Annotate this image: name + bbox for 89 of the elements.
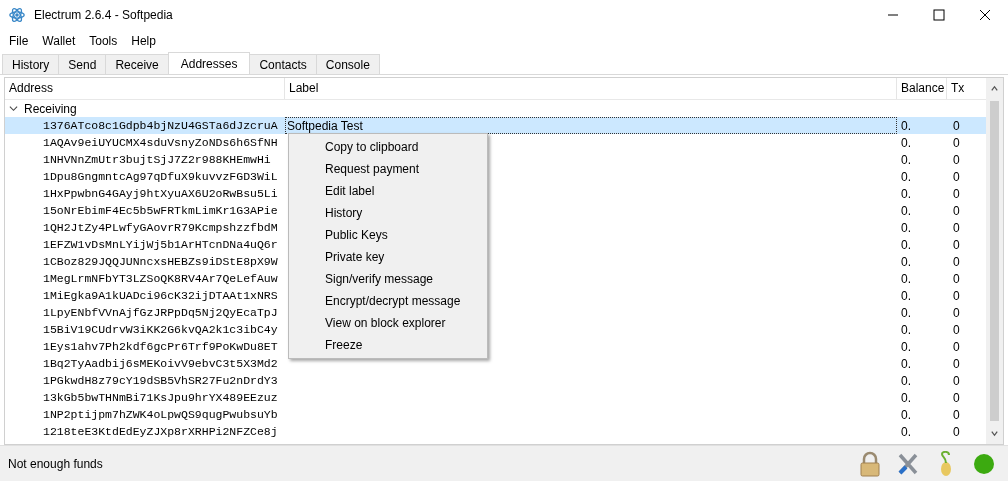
tab[interactable]: Console (315, 54, 380, 74)
context-menu-item[interactable]: Edit label (289, 180, 487, 202)
balance-cell-text: 0. (900, 271, 912, 286)
context-menu-item[interactable]: View on block explorer (289, 312, 487, 334)
address-cell-text: 1CBoz829JQQJUNncxsHEBZs9iDStE8pX9W (42, 255, 279, 268)
balance-cell-text: 0. (900, 288, 912, 303)
address-cell-text: 1NHVNnZmUtr3bujtSjJ7Z2r988KHEmwHi (42, 153, 272, 166)
tx-cell-text: 0 (952, 271, 961, 286)
tx-cell-text: 0 (952, 254, 961, 269)
address-cell-text: 1PGkwdH8z79cY19dSB5VhSR27Fu2nDrdY3 (42, 374, 279, 387)
tx-cell-text: 0 (952, 339, 961, 354)
tx-cell-text: 0 (952, 118, 961, 133)
group-label: Receiving (24, 101, 77, 116)
address-cell-text: 1NP2ptijpm7hZWK4oLpwQS9qugPwubsuYb (42, 408, 279, 421)
tx-cell-text: 0 (952, 356, 961, 371)
context-menu-item[interactable]: History (289, 202, 487, 224)
menu-item[interactable]: Wallet (35, 34, 83, 48)
address-cell-text: 1218teE3KtdEdEyZJXp8rXRHPi2NFZCe8j (42, 425, 279, 438)
tx-cell-text: 0 (952, 305, 961, 320)
balance-cell-text: 0. (900, 135, 912, 150)
tx-cell-text: 0 (952, 152, 961, 167)
balance-cell-text: 0. (900, 186, 912, 201)
balance-cell-text: 0. (900, 152, 912, 167)
balance-cell-text: 0. (900, 424, 912, 439)
expand-caret-icon[interactable] (9, 104, 18, 113)
menu-item[interactable]: Tools (82, 34, 125, 48)
scroll-down-icon[interactable] (990, 429, 999, 438)
label-cell: Softpedia Test (287, 118, 363, 133)
tx-cell-text: 0 (952, 203, 961, 218)
context-menu-item[interactable]: Copy to clipboard (289, 136, 487, 158)
tab[interactable]: Receive (105, 54, 169, 74)
balance-cell-text: 0. (900, 203, 912, 218)
menu-item[interactable]: Help (124, 34, 163, 48)
atom-logo-icon (8, 6, 26, 24)
balance-cell-text: 0. (900, 322, 912, 337)
balance-cell-text: 0. (900, 118, 912, 133)
balance-cell-text: 0. (900, 305, 912, 320)
tab[interactable]: Contacts (249, 54, 317, 74)
address-cell-text: 1QH2JtZy4PLwfyGAovrR79KcmpshzzfbdM (42, 221, 279, 234)
balance-cell-text: 0. (900, 356, 912, 371)
address-cell-text: 1EFZW1vDsMnLYijWj5b1ArHTcnDNa4uQ6r (42, 238, 279, 251)
balance-cell-text: 0. (900, 390, 912, 405)
tx-cell-text: 0 (952, 390, 961, 405)
address-cell-text: 1Bq2TyAadbij6sMEKoivV9ebvC3t5X3Md2 (42, 357, 279, 370)
balance-cell-text: 0. (900, 254, 912, 269)
address-cell-text: 1Eys1ahv7Ph2kdf6gcPr6Trf9PoKwDu8ET (42, 340, 279, 353)
window-title: Electrum 2.6.4 - Softpedia (34, 8, 173, 22)
balance-cell-text: 0. (900, 339, 912, 354)
context-menu-item[interactable]: Freeze (289, 334, 487, 356)
tab[interactable]: Send (58, 54, 107, 74)
address-cell-text: 1Dpu8GngmntcAg97qDfuX9kuvvzFGD3WiL (42, 170, 279, 183)
menu-item[interactable]: File (2, 34, 36, 48)
context-menu-item[interactable]: Encrypt/decrypt message (289, 290, 487, 312)
balance-cell-text: 0. (900, 407, 912, 422)
balance-cell-text: 0. (900, 169, 912, 184)
address-cell-text: 15oNrEbimF4Ec5b5wFRTkmLimKr1G3APie (42, 204, 279, 217)
balance-cell-text: 0. (900, 373, 912, 388)
tab[interactable]: History (2, 54, 60, 74)
address-cell-text: 1376ATco8c1Gdpb4bjNzU4GSTa6dJzcruA (42, 119, 279, 132)
tx-cell-text: 0 (952, 373, 961, 388)
tx-cell-text: 0 (952, 186, 961, 201)
context-menu-item[interactable]: Request payment (289, 158, 487, 180)
address-cell-text: 1AQAv9eiUYUCMX4sduVsnyZoNDs6h6SfNH (42, 136, 279, 149)
address-cell-text: 15BiV19CUdrvW3iKK2G6kvQA2k1c3ibC4y (42, 323, 279, 336)
address-cell-text: 1MegLrmNFbYT3LZSoQK8RV4Ar7QeLefAuw (42, 272, 279, 285)
address-cell-text: 1MiEgka9A1kUADci96cK32ijDTAAt1xNRS (42, 289, 279, 302)
column-header[interactable]: Tx (947, 78, 982, 99)
context-menu-item[interactable]: Sign/verify message (289, 268, 487, 290)
context-menu-item[interactable]: Public Keys (289, 224, 487, 246)
tx-cell-text: 0 (952, 237, 961, 252)
tx-cell-text: 0 (952, 135, 961, 150)
tx-cell-text: 0 (952, 322, 961, 337)
balance-cell-text: 0. (900, 220, 912, 235)
context-menu-item[interactable]: Private key (289, 246, 487, 268)
tx-cell-text: 0 (952, 169, 961, 184)
tx-cell-text: 0 (952, 407, 961, 422)
tx-cell-text: 0 (952, 424, 961, 439)
column-header[interactable]: Balance (897, 78, 947, 99)
address-cell-text: 1LpyENbfVVnAjfGzJRPpDq5Nj2QyEcaTpJ (42, 306, 279, 319)
scrollbar[interactable] (986, 78, 1003, 444)
column-header[interactable]: Address (5, 78, 285, 99)
scroll-up-icon[interactable] (990, 84, 999, 93)
balance-cell-text: 0. (900, 237, 912, 252)
column-header[interactable]: Label (285, 78, 897, 99)
address-cell-text: 13kGb5bwTHNmBi71KsJpu9hrYX489EEzuz (42, 391, 279, 404)
address-cell-text: 1HxPpwbnG4GAyj9htXyuAX6U2oRwBsu5Li (42, 187, 279, 200)
tx-cell-text: 0 (952, 220, 961, 235)
status-message: Not enough funds (8, 456, 103, 471)
tx-cell-text: 0 (952, 288, 961, 303)
